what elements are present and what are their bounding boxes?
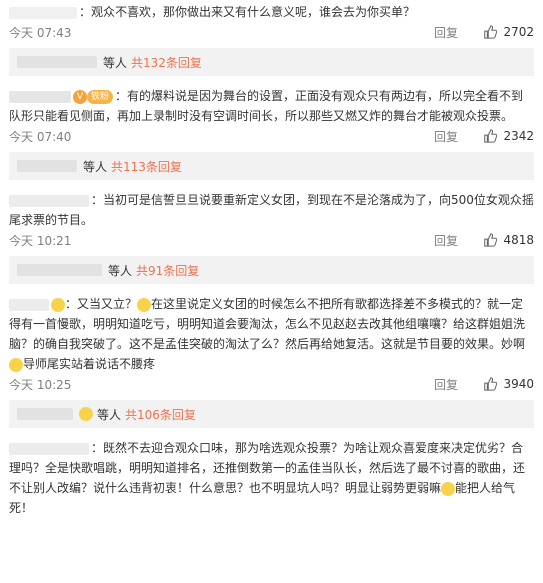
reply-summary[interactable]: 等人 共113条回复 bbox=[9, 152, 534, 180]
comment-text: ：观众不喜欢，那你做出来又有什么意义呢，谁会去为你买单？ bbox=[79, 5, 416, 19]
emoji-icon bbox=[441, 481, 456, 496]
thumb-up-icon bbox=[484, 129, 498, 143]
reply-people: 等人 bbox=[97, 407, 122, 422]
reply-people: 等人 bbox=[103, 55, 128, 70]
comment-1: ：观众不喜欢，那你做出来又有什么意义呢，谁会去为你买单？ 今天 07:43 回复… bbox=[0, 0, 543, 76]
reply-summary[interactable]: 等人 共106条回复 bbox=[9, 400, 534, 428]
timestamp: 今天 10:21 bbox=[9, 233, 72, 248]
reply-button[interactable]: 回复 bbox=[434, 376, 474, 393]
comment-text: ：又当又立？ bbox=[65, 297, 138, 311]
like-count: 4818 bbox=[503, 233, 534, 247]
comment-meta: 今天 10:21 回复 4818 bbox=[9, 230, 534, 250]
reply-button[interactable]: 回复 bbox=[434, 232, 474, 249]
like-count: 2342 bbox=[503, 129, 534, 143]
reply-button[interactable]: 回复 bbox=[434, 24, 474, 41]
username[interactable] bbox=[9, 6, 77, 19]
thumb-up-icon bbox=[484, 233, 498, 247]
like-button[interactable]: 4818 bbox=[474, 233, 534, 247]
emoji-icon bbox=[137, 297, 152, 312]
emoji-icon bbox=[79, 407, 93, 421]
like-count: 2702 bbox=[503, 25, 534, 39]
comment-2: V 铁粉 ：有的爆料说是因为舞台的设置，正面没有观众只有两边有，所以完全看不到队形只… bbox=[0, 86, 543, 180]
like-button[interactable]: 2342 bbox=[474, 129, 534, 143]
comment-3: ：当初可是信誓旦旦说要重新定义女团，到现在不是沦落成为了，向500位女观众摇尾求… bbox=[0, 190, 543, 284]
username[interactable] bbox=[9, 442, 89, 455]
username[interactable] bbox=[9, 90, 71, 103]
timestamp: 今天 07:43 bbox=[9, 25, 72, 40]
like-count: 3940 bbox=[503, 377, 534, 391]
thumb-up-icon bbox=[484, 377, 498, 391]
like-button[interactable]: 3940 bbox=[474, 377, 534, 391]
reply-count-link[interactable]: 共132条回复 bbox=[131, 54, 202, 71]
reply-summary[interactable]: 等人 共91条回复 bbox=[9, 256, 534, 284]
comment-meta: 今天 07:43 回复 2702 bbox=[9, 22, 534, 42]
timestamp: 今天 10:25 bbox=[9, 377, 72, 392]
comment-4: ：又当又立？ 在这里说定义女团的时候怎么不把所有歌都选择差不多模式的？就一定得有一… bbox=[0, 294, 543, 428]
reply-count-link[interactable]: 共106条回复 bbox=[125, 406, 196, 423]
like-button[interactable]: 2702 bbox=[474, 25, 534, 39]
username[interactable] bbox=[9, 298, 49, 311]
reply-button[interactable]: 回复 bbox=[434, 128, 474, 145]
timestamp: 今天 07:40 bbox=[9, 129, 72, 144]
comment-5: ：既然不去迎合观众口味，那为啥选观众投票？为啥让观众喜爱度来决定优劣？合理吗？全… bbox=[0, 438, 543, 518]
reply-count-link[interactable]: 共91条回复 bbox=[136, 262, 199, 279]
vip-icon: V bbox=[73, 89, 87, 104]
comment-meta: 今天 07:40 回复 2342 bbox=[9, 126, 534, 146]
emoji-icon bbox=[51, 297, 65, 312]
reply-summary[interactable]: 等人 共132条回复 bbox=[9, 48, 534, 76]
reply-count-link[interactable]: 共113条回复 bbox=[111, 158, 182, 175]
emoji-icon bbox=[9, 357, 23, 372]
comment-text-3: 导师尾实站着说话不腰疼 bbox=[23, 357, 156, 371]
username[interactable] bbox=[9, 194, 89, 207]
fan-badge: 铁粉 bbox=[87, 89, 114, 104]
thumb-up-icon bbox=[484, 25, 498, 39]
reply-people: 等人 bbox=[108, 263, 133, 278]
reply-people: 等人 bbox=[83, 159, 108, 174]
comment-meta: 今天 10:25 回复 3940 bbox=[9, 374, 534, 394]
